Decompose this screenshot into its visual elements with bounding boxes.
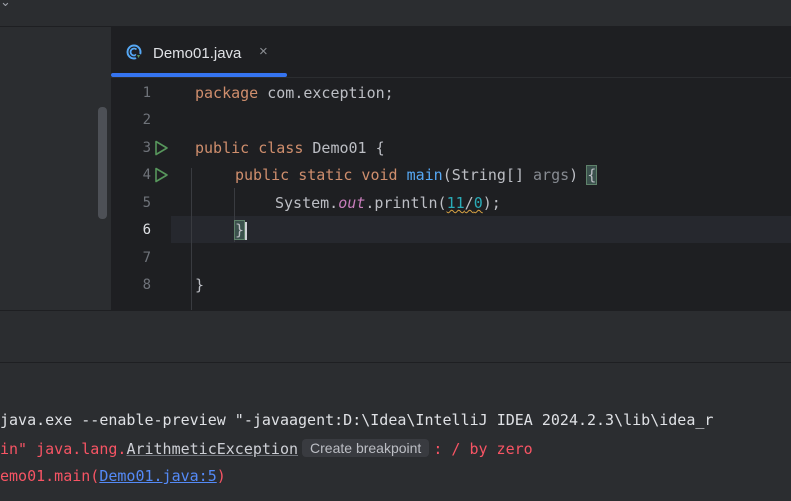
number-literal: 0 — [473, 194, 483, 212]
line-number: 3 — [142, 140, 151, 156]
code-line: } — [233, 220, 246, 240]
code-text: .println( — [365, 194, 447, 212]
project-scrollbar[interactable] — [98, 107, 107, 219]
code-text: Demo01 { — [303, 139, 385, 157]
indent-guide — [191, 168, 192, 310]
static-field: out — [338, 194, 366, 212]
source-link[interactable]: Demo01.java:5 — [99, 467, 216, 485]
code-editor[interactable]: 1 2 3 4 5 6 7 8 package com.exception; p… — [111, 78, 791, 310]
tool-window-header — [0, 310, 791, 363]
run-gutter-icon[interactable] — [153, 167, 169, 183]
matched-brace: } — [233, 220, 246, 240]
code-text: ); — [482, 194, 501, 212]
chevron-down-icon[interactable]: ⌄ — [0, 0, 11, 10]
keyword: public static void — [235, 166, 398, 184]
matched-brace: { — [586, 165, 598, 185]
project-panel — [0, 27, 111, 337]
code-text: (String[] — [442, 166, 534, 184]
code-text: System. — [275, 194, 339, 212]
line-number: 5 — [142, 195, 151, 211]
line-number: 7 — [142, 250, 151, 266]
error-text: emo01.main( — [0, 467, 100, 485]
top-toolbar: ⌄ — [0, 0, 791, 27]
code-text: ) — [569, 166, 588, 184]
line-number: 4 — [142, 167, 151, 183]
line-number: 1 — [142, 85, 151, 101]
run-console[interactable]: java.exe --enable-preview "-javaagent:D:… — [0, 400, 791, 501]
error-text: : / by zero — [433, 440, 533, 458]
code-line: } — [195, 276, 204, 294]
code-line: package com.exception; — [195, 84, 394, 102]
run-gutter-icon[interactable] — [153, 140, 169, 156]
close-icon[interactable]: × — [259, 43, 268, 60]
console-stacktrace-line: emo01.main(Demo01.java:5) — [0, 467, 226, 485]
line-number: 2 — [142, 112, 151, 128]
active-tab-indicator — [111, 73, 287, 77]
editor-tab-bar: Demo01.java × — [111, 27, 791, 78]
console-error-line: in" java.lang.ArithmeticException Create … — [0, 439, 533, 458]
code-text: com.exception; — [258, 84, 394, 102]
method-name: main — [406, 166, 443, 184]
error-text: in" java.lang. — [0, 440, 127, 458]
code-line: System.out.println(11/0); — [275, 194, 501, 212]
create-breakpoint-button[interactable]: Create breakpoint — [302, 439, 430, 457]
java-class-icon — [126, 44, 142, 60]
tab-label: Demo01.java — [153, 45, 242, 62]
line-number: 6 — [142, 222, 151, 238]
text-caret — [245, 222, 247, 240]
code-text: } — [195, 276, 205, 294]
code-line: public static void main(String[] args) { — [235, 165, 598, 185]
code-line: public class Demo01 { — [195, 139, 385, 157]
error-text: ) — [216, 467, 226, 485]
run-toolbar — [0, 362, 791, 401]
keyword: package — [195, 84, 259, 102]
parameter: args — [533, 166, 570, 184]
number-literal: 11 — [446, 194, 465, 212]
current-line-highlight — [171, 216, 791, 243]
console-command-line: java.exe --enable-preview "-javaagent:D:… — [0, 411, 714, 429]
tab-demo01-java[interactable]: Demo01.java × — [111, 27, 287, 77]
warning-expression[interactable]: 11/0 — [447, 194, 483, 212]
keyword: public class — [195, 139, 304, 157]
operator: / — [464, 194, 474, 212]
line-number: 8 — [142, 277, 151, 293]
exception-class-link[interactable]: ArithmeticException — [126, 440, 298, 458]
